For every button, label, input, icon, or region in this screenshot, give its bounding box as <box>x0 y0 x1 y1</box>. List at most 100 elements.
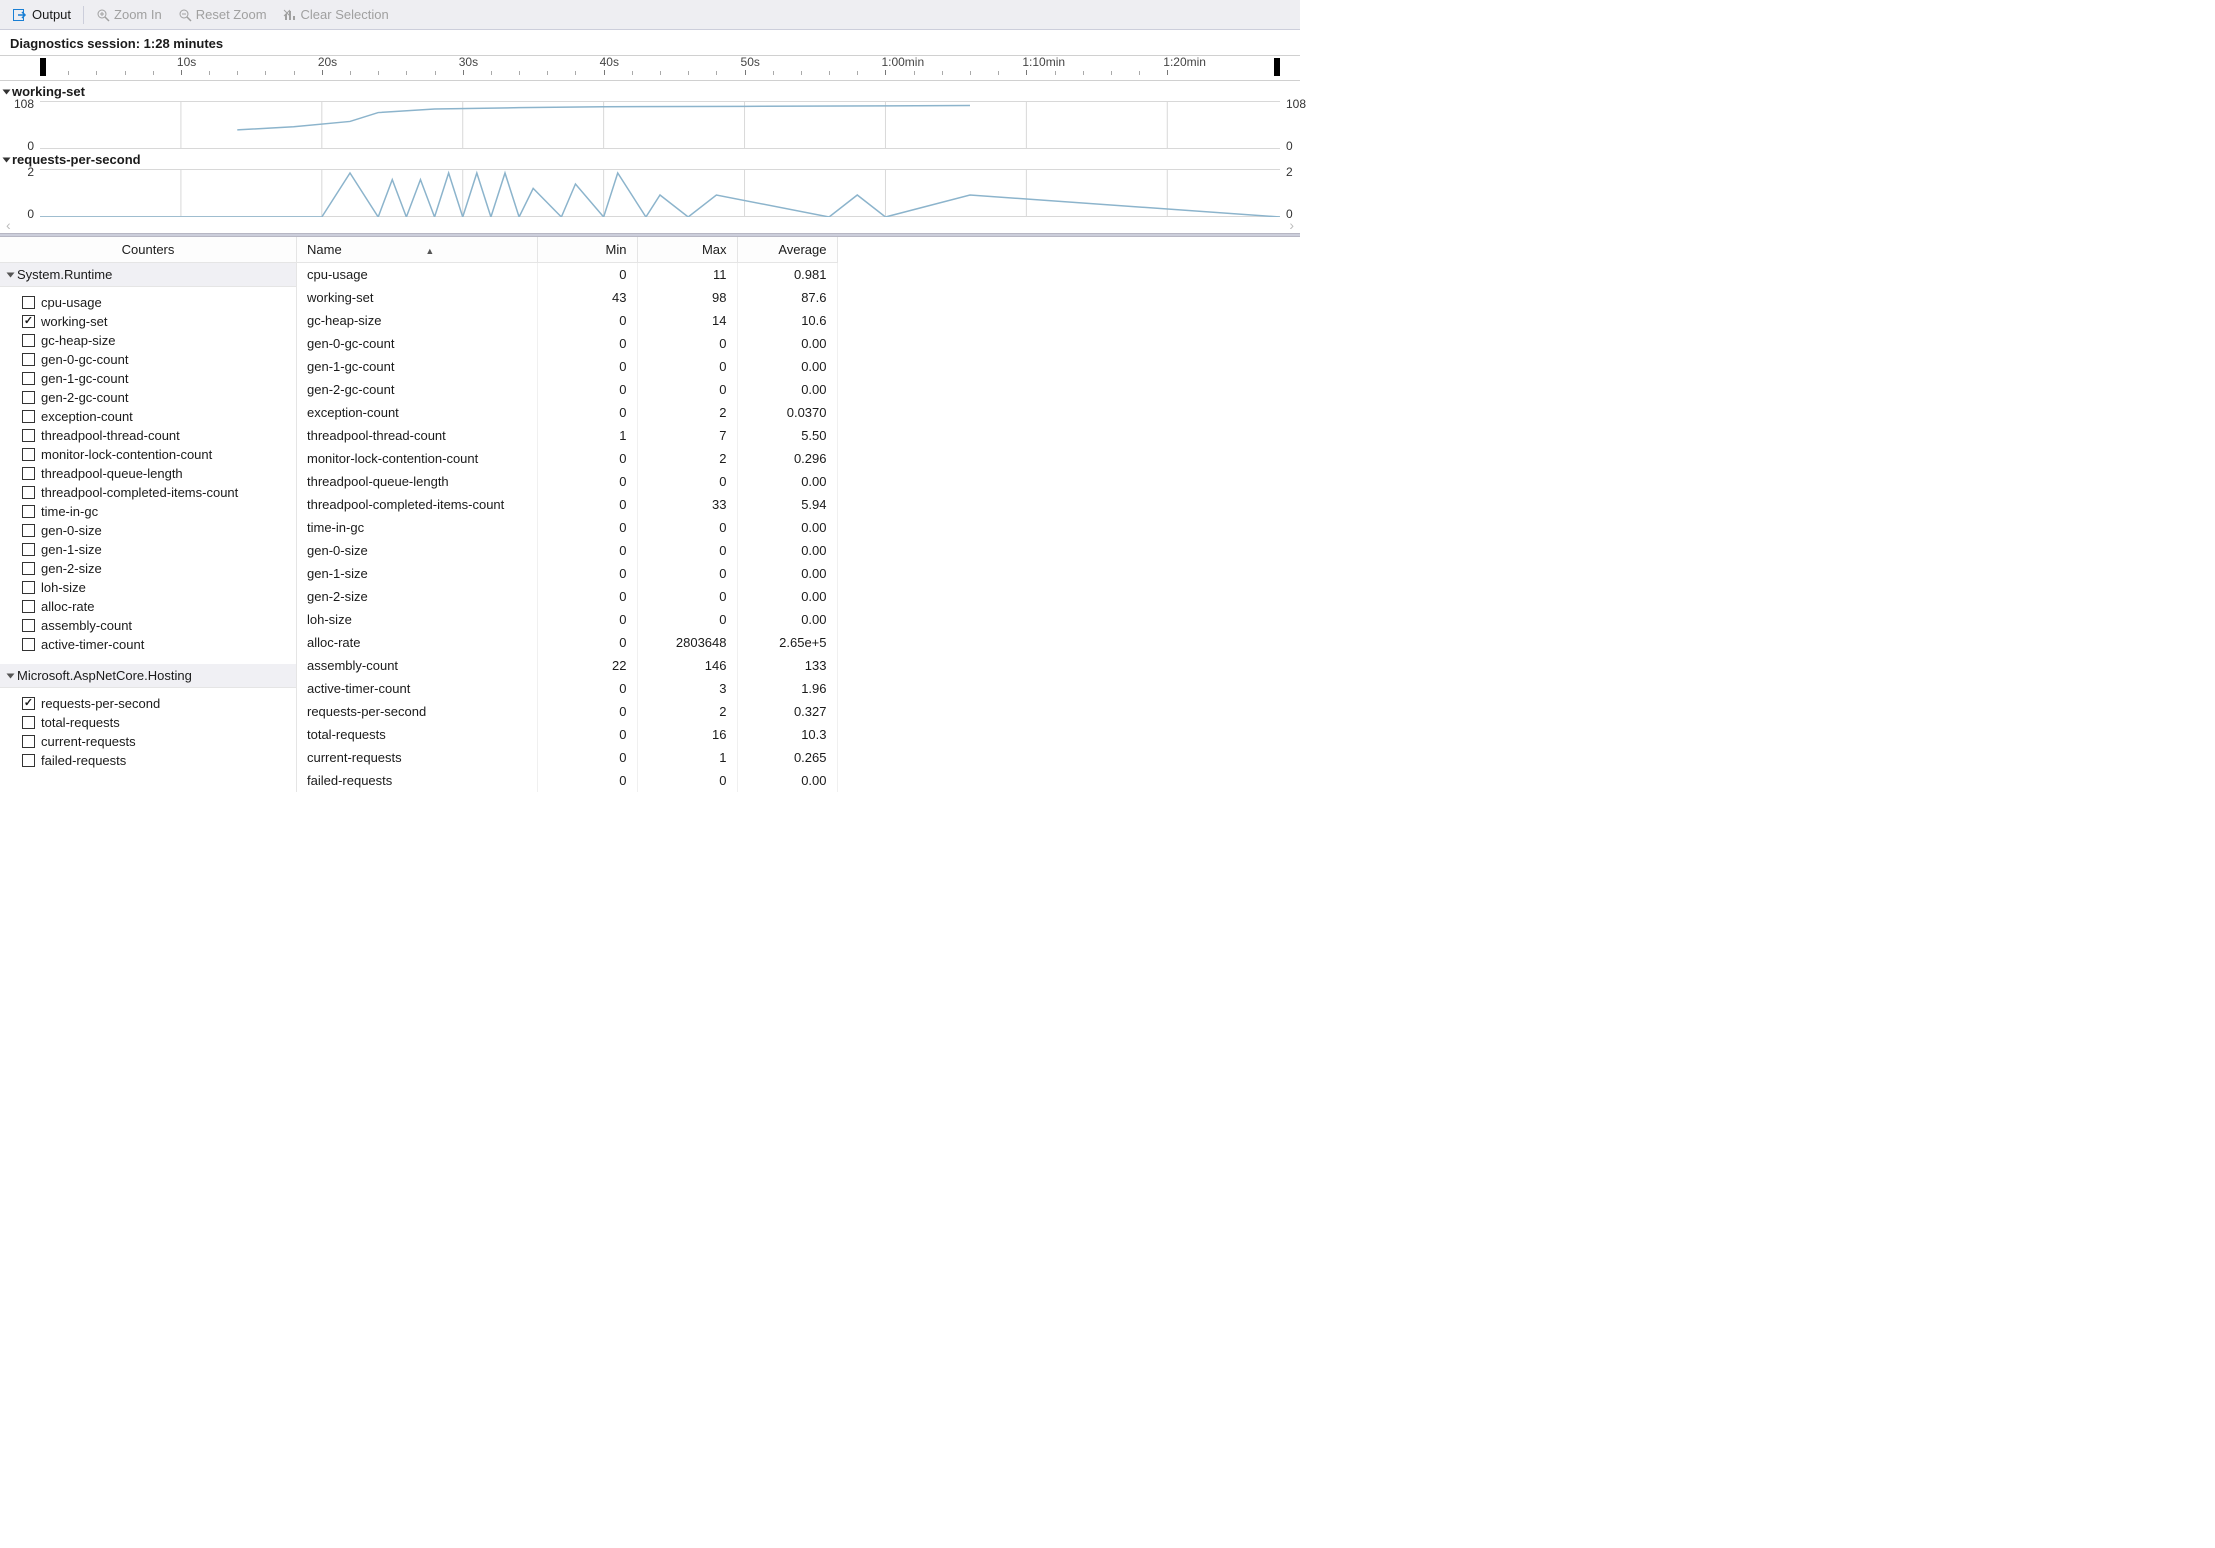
checkbox[interactable] <box>22 543 35 556</box>
table-row[interactable]: gen-2-size000.00 <box>297 585 837 608</box>
chart-title[interactable]: working-set <box>0 81 1300 101</box>
checkbox[interactable] <box>22 429 35 442</box>
timeline-ruler[interactable]: 10s20s30s40s50s1:00min1:10min1:20min <box>0 55 1300 81</box>
cell-avg: 2.65e+5 <box>737 631 837 654</box>
col-min[interactable]: Min <box>537 237 637 263</box>
col-avg[interactable]: Average <box>737 237 837 263</box>
sidebar-item-total-requests[interactable]: total-requests <box>0 713 296 732</box>
cell-avg: 0.327 <box>737 700 837 723</box>
sidebar-item-label: threadpool-queue-length <box>41 466 183 481</box>
checkbox[interactable] <box>22 372 35 385</box>
chart-area-rps[interactable]: 2 0 2 0 <box>40 169 1280 217</box>
group-name: Microsoft.AspNetCore.Hosting <box>17 668 192 683</box>
clear-selection-label: Clear Selection <box>301 7 389 22</box>
chart-title[interactable]: requests-per-second <box>0 149 1300 169</box>
checkbox[interactable] <box>22 716 35 729</box>
chart-area-working-set[interactable]: 108 0 108 0 <box>40 101 1280 149</box>
checkbox[interactable] <box>22 486 35 499</box>
sidebar-item-failed-requests[interactable]: failed-requests <box>0 751 296 770</box>
table-row[interactable]: gen-1-size000.00 <box>297 562 837 585</box>
checkbox[interactable] <box>22 391 35 404</box>
group-header[interactable]: Microsoft.AspNetCore.Hosting <box>0 664 296 688</box>
checkbox[interactable] <box>22 524 35 537</box>
timeline-end-marker[interactable] <box>1274 58 1280 76</box>
table-row[interactable]: active-timer-count031.96 <box>297 677 837 700</box>
clear-selection-button[interactable]: Clear Selection <box>277 5 395 24</box>
sidebar-item-label: total-requests <box>41 715 120 730</box>
table-row[interactable]: gen-2-gc-count000.00 <box>297 378 837 401</box>
checkbox[interactable] <box>22 638 35 651</box>
collapse-icon <box>3 157 11 162</box>
table-row[interactable]: working-set439887.6 <box>297 286 837 309</box>
col-max[interactable]: Max <box>637 237 737 263</box>
checkbox[interactable] <box>22 334 35 347</box>
checkbox[interactable] <box>22 581 35 594</box>
reset-zoom-button[interactable]: Reset Zoom <box>172 5 273 24</box>
checkbox[interactable] <box>22 754 35 767</box>
sidebar-item-gc-heap-size[interactable]: gc-heap-size <box>0 331 296 350</box>
checkbox[interactable] <box>22 619 35 632</box>
table-row[interactable]: cpu-usage0110.981 <box>297 263 837 287</box>
sidebar-item-label: threadpool-completed-items-count <box>41 485 238 500</box>
y-max-label: 2 <box>6 165 40 179</box>
table-row[interactable]: exception-count020.0370 <box>297 401 837 424</box>
checkbox[interactable] <box>22 735 35 748</box>
table-row[interactable]: threadpool-completed-items-count0335.94 <box>297 493 837 516</box>
checkbox[interactable] <box>22 353 35 366</box>
sidebar-item-exception-count[interactable]: exception-count <box>0 407 296 426</box>
sidebar-item-gen-1-size[interactable]: gen-1-size <box>0 540 296 559</box>
table-row[interactable]: gen-0-size000.00 <box>297 539 837 562</box>
checkbox[interactable] <box>22 505 35 518</box>
checkbox[interactable] <box>22 448 35 461</box>
table-row[interactable]: gen-0-gc-count000.00 <box>297 332 837 355</box>
group-header[interactable]: System.Runtime <box>0 263 296 287</box>
sidebar-item-gen-0-size[interactable]: gen-0-size <box>0 521 296 540</box>
table-row[interactable]: gc-heap-size01410.6 <box>297 309 837 332</box>
sidebar-item-loh-size[interactable]: loh-size <box>0 578 296 597</box>
sidebar-item-threadpool-queue-length[interactable]: threadpool-queue-length <box>0 464 296 483</box>
table-row[interactable]: threadpool-thread-count175.50 <box>297 424 837 447</box>
checkbox[interactable] <box>22 600 35 613</box>
sidebar-item-assembly-count[interactable]: assembly-count <box>0 616 296 635</box>
cell-min: 43 <box>537 286 637 309</box>
col-name[interactable]: Name ▲ <box>297 237 537 263</box>
checkbox[interactable] <box>22 467 35 480</box>
sidebar-item-working-set[interactable]: working-set <box>0 312 296 331</box>
sidebar-item-gen-1-gc-count[interactable]: gen-1-gc-count <box>0 369 296 388</box>
table-row[interactable]: gen-1-gc-count000.00 <box>297 355 837 378</box>
sidebar-item-monitor-lock-contention-count[interactable]: monitor-lock-contention-count <box>0 445 296 464</box>
cell-name: working-set <box>297 286 537 309</box>
sidebar-item-threadpool-completed-items-count[interactable]: threadpool-completed-items-count <box>0 483 296 502</box>
table-row[interactable]: loh-size000.00 <box>297 608 837 631</box>
sidebar-item-active-timer-count[interactable]: active-timer-count <box>0 635 296 654</box>
checkbox[interactable] <box>22 315 35 328</box>
sidebar-item-threadpool-thread-count[interactable]: threadpool-thread-count <box>0 426 296 445</box>
checkbox[interactable] <box>22 296 35 309</box>
checkbox[interactable] <box>22 562 35 575</box>
checkbox[interactable] <box>22 697 35 710</box>
table-row[interactable]: time-in-gc000.00 <box>297 516 837 539</box>
cell-avg: 87.6 <box>737 286 837 309</box>
sidebar-item-cpu-usage[interactable]: cpu-usage <box>0 293 296 312</box>
checkbox[interactable] <box>22 410 35 423</box>
sidebar-item-gen-0-gc-count[interactable]: gen-0-gc-count <box>0 350 296 369</box>
table-row[interactable]: requests-per-second020.327 <box>297 700 837 723</box>
table-row[interactable]: alloc-rate028036482.65e+5 <box>297 631 837 654</box>
table-row[interactable]: monitor-lock-contention-count020.296 <box>297 447 837 470</box>
table-row[interactable]: assembly-count22146133 <box>297 654 837 677</box>
sidebar-item-time-in-gc[interactable]: time-in-gc <box>0 502 296 521</box>
output-button[interactable]: Output <box>6 5 77 25</box>
sidebar-item-alloc-rate[interactable]: alloc-rate <box>0 597 296 616</box>
sidebar-item-current-requests[interactable]: current-requests <box>0 732 296 751</box>
table-row[interactable]: total-requests01610.3 <box>297 723 837 746</box>
table-row[interactable]: threadpool-queue-length000.00 <box>297 470 837 493</box>
sidebar-item-gen-2-gc-count[interactable]: gen-2-gc-count <box>0 388 296 407</box>
cell-max: 1 <box>637 746 737 769</box>
cell-min: 1 <box>537 424 637 447</box>
cell-avg: 0.981 <box>737 263 837 287</box>
sidebar-item-gen-2-size[interactable]: gen-2-size <box>0 559 296 578</box>
sidebar-item-requests-per-second[interactable]: requests-per-second <box>0 694 296 713</box>
zoom-in-button[interactable]: Zoom In <box>90 5 168 24</box>
table-row[interactable]: failed-requests000.00 <box>297 769 837 792</box>
table-row[interactable]: current-requests010.265 <box>297 746 837 769</box>
